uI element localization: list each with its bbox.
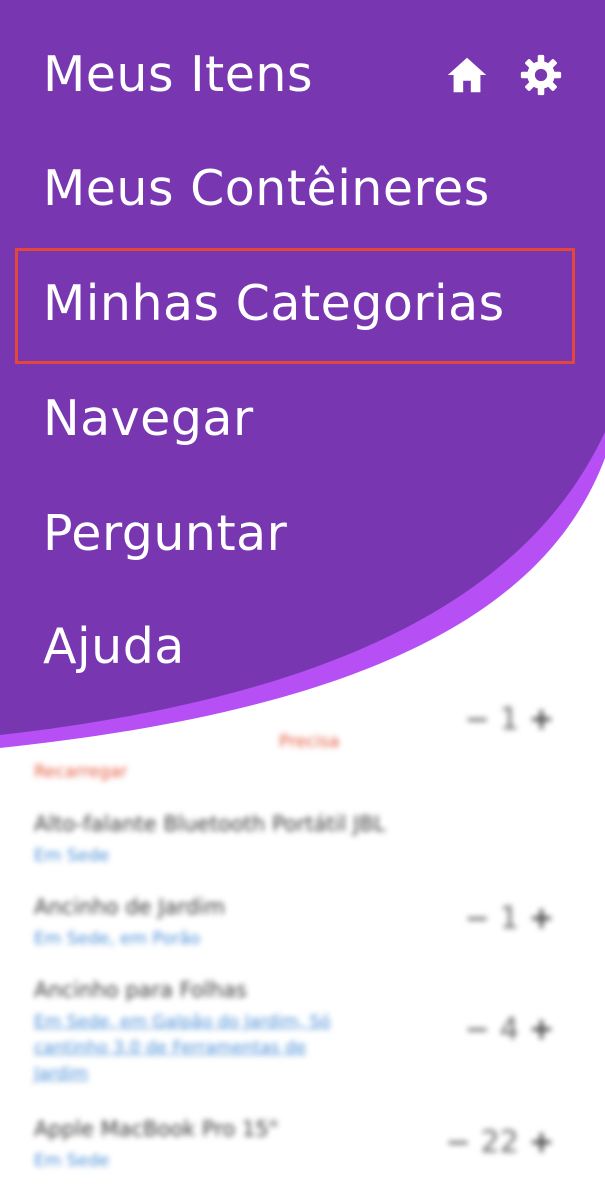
quantity-stepper[interactable]: − 22 + [446, 1125, 554, 1160]
item-location: Em Sede [34, 846, 110, 866]
item-location: Em Sede [34, 1151, 110, 1171]
menu-item-meus-conteineres[interactable]: Meus Contêineres [43, 160, 490, 217]
list-item[interactable]: Ancinho para Folhas Em Sede, em Galpão d… [34, 978, 574, 1098]
menu-item-ajuda[interactable]: Ajuda [43, 618, 185, 675]
quantity-stepper[interactable]: − 4 + [465, 1012, 554, 1047]
menu-item-navegar[interactable]: Navegar [43, 390, 254, 447]
decrement-button[interactable]: − [446, 1125, 471, 1160]
list-item[interactable]: Ancinho de Jardim Em Sede, em Porão − 1 … [34, 895, 574, 955]
item-title: Apple MacBook Pro 15" [34, 1117, 279, 1141]
increment-button[interactable]: + [529, 1012, 554, 1047]
decrement-button[interactable]: − [465, 1012, 490, 1047]
menu-item-perguntar[interactable]: Perguntar [43, 505, 287, 562]
item-title: Alto-falante Bluetooth Portátil JBL [34, 812, 386, 836]
increment-button[interactable]: + [529, 901, 554, 936]
item-location-line2[interactable]: cantinho 3.0 de Ferramentas de [34, 1038, 306, 1058]
menu-item-minhas-categorias[interactable]: Minhas Categorias [43, 275, 505, 332]
list-item[interactable]: Apple MacBook Pro 15" Em Sede − 22 + [34, 1117, 574, 1177]
gear-icon[interactable] [518, 52, 564, 98]
item-title: Ancinho de Jardim [34, 895, 226, 919]
item-status-line2: Recarregar [34, 762, 128, 782]
item-count: 22 [480, 1125, 519, 1160]
list-item[interactable]: Alto-falante Bluetooth Portátil JBL Em S… [34, 812, 574, 872]
increment-button[interactable]: + [529, 1125, 554, 1160]
item-title: Ancinho para Folhas [34, 978, 247, 1002]
home-icon[interactable] [444, 52, 490, 98]
item-location: Em Sede, em Porão [34, 929, 201, 949]
item-location-line3[interactable]: Jardim [34, 1064, 88, 1084]
decrement-button[interactable]: − [465, 901, 490, 936]
quantity-stepper[interactable]: − 1 + [465, 901, 554, 936]
drawer-menu: Meus Itens Meus Contêineres Minhas Categ… [0, 0, 605, 760]
menu-item-meus-itens[interactable]: Meus Itens [43, 46, 313, 103]
item-location[interactable]: Em Sede, em Galpão do Jardim, Só [34, 1012, 331, 1032]
item-count: 1 [499, 901, 519, 936]
item-count: 4 [499, 1012, 519, 1047]
